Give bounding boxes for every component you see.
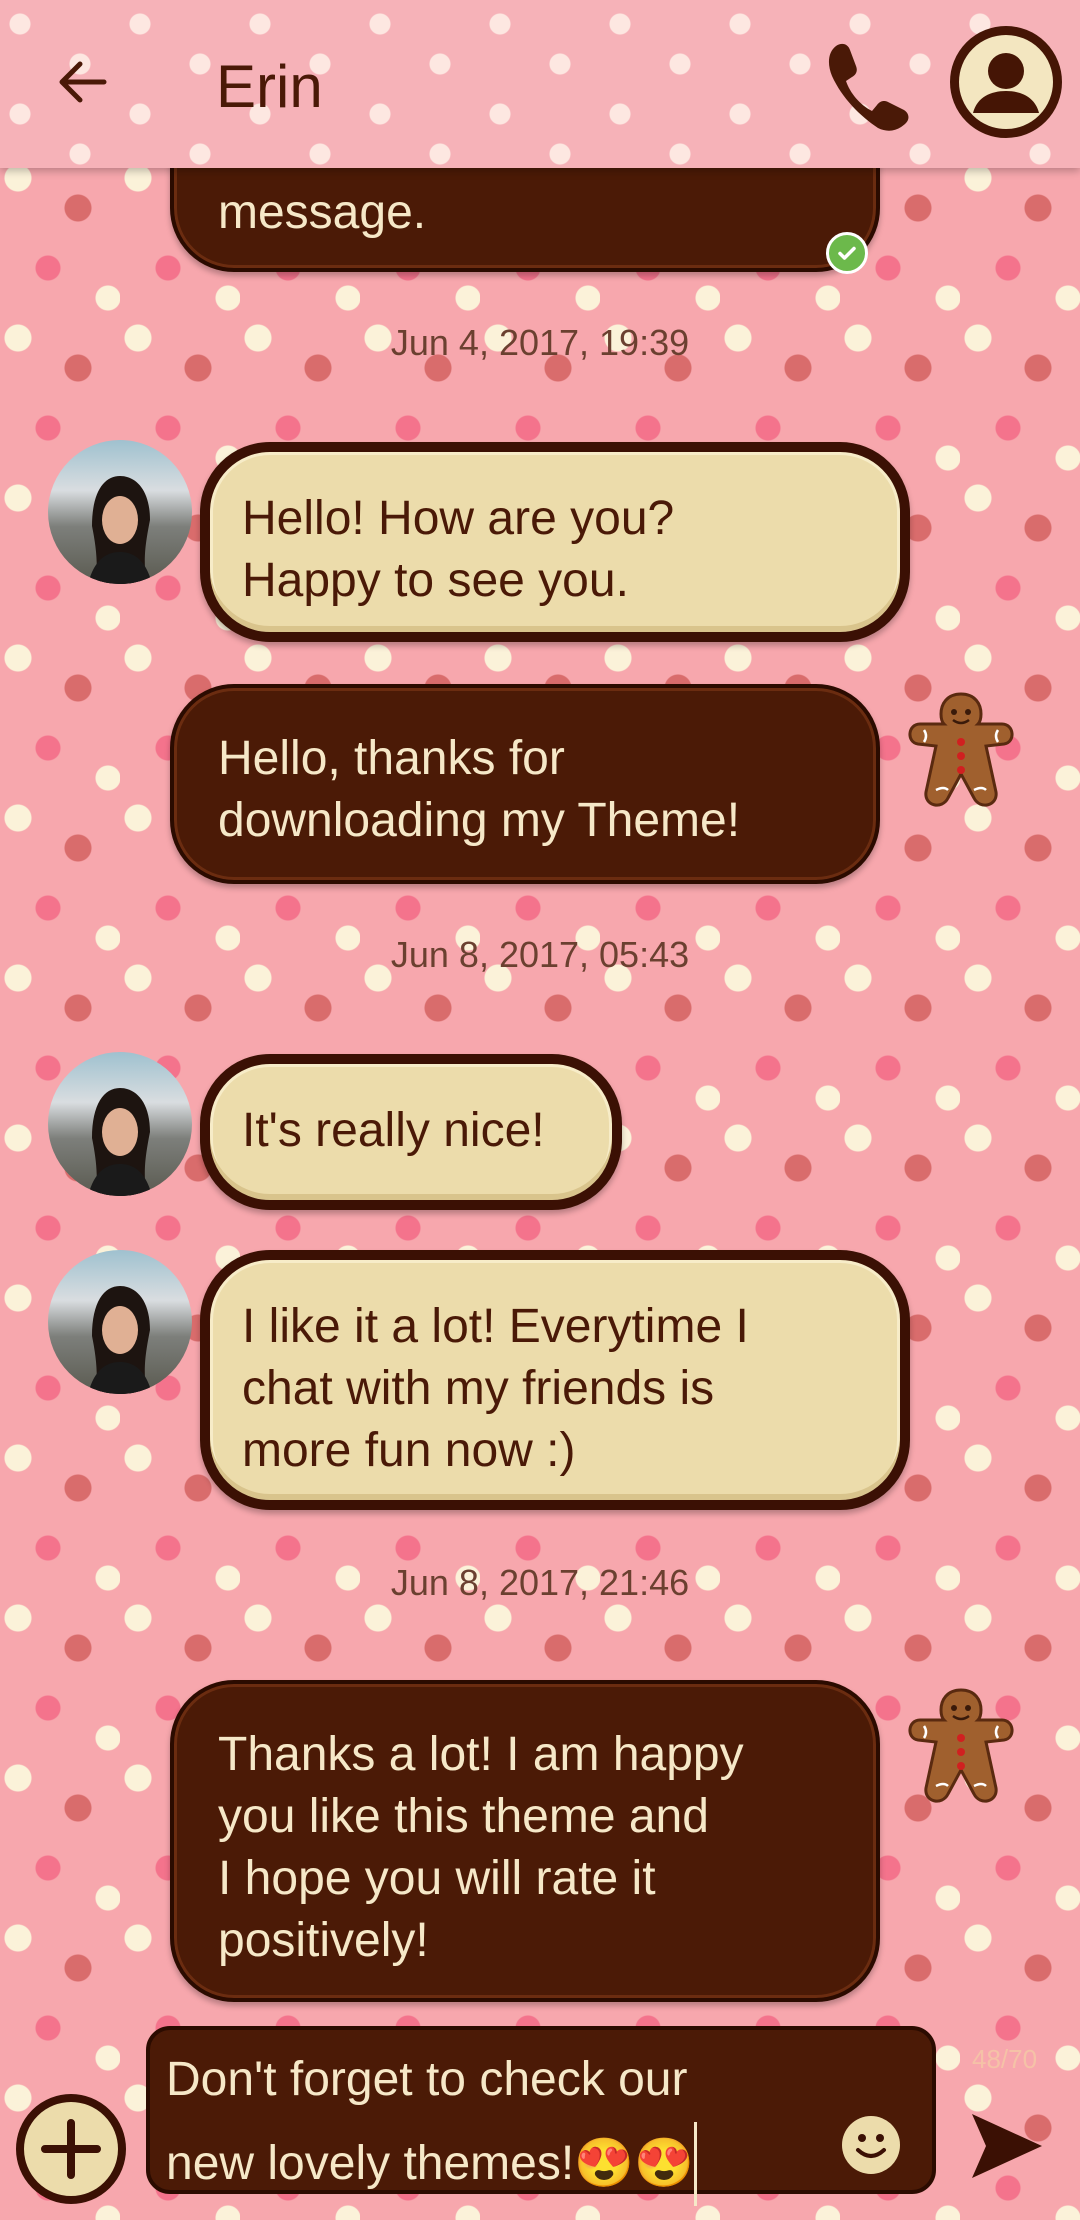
contact-profile-button[interactable] xyxy=(950,26,1062,138)
message-text-line: It's really nice! xyxy=(242,1104,545,1157)
message-text: message. xyxy=(218,186,427,239)
outgoing-message[interactable]: Thanks a lot! I am happy you like this t… xyxy=(170,1680,880,2002)
send-icon xyxy=(972,2114,1042,2178)
character-counter: 48/70 xyxy=(972,2044,1038,2074)
gingerbread-avatar-icon xyxy=(908,692,1014,807)
message-input[interactable]: Don't forget to check our new lovely the… xyxy=(146,2026,936,2206)
message-text-line: Happy to see you. xyxy=(242,554,629,607)
add-attachment-button[interactable] xyxy=(16,2094,126,2204)
message-text-line: more fun now :) xyxy=(242,1424,576,1477)
send-button[interactable] xyxy=(968,2106,1046,2186)
arrow-left-icon xyxy=(59,61,107,103)
delivered-check-icon xyxy=(826,232,868,274)
smiley-icon xyxy=(856,2134,886,2158)
phone-icon xyxy=(828,43,909,131)
contact-avatar[interactable] xyxy=(48,440,192,584)
plus-icon xyxy=(41,2119,101,2179)
timestamp: Jun 8, 2017, 21:46 xyxy=(390,1562,690,1603)
message-input-line: Don't forget to check our xyxy=(166,2053,688,2106)
message-text-line: chat with my friends is xyxy=(242,1362,715,1415)
message-text-line: Hello, thanks for xyxy=(218,732,565,785)
back-button[interactable] xyxy=(52,52,112,112)
top-app-bar: Erin xyxy=(0,0,1080,168)
timestamp: Jun 8, 2017, 05:43 xyxy=(390,934,690,975)
incoming-message[interactable]: Hello! How are you? Happy to see you. xyxy=(200,442,910,642)
message-text-line: I hope you will rate it xyxy=(218,1852,656,1905)
message-list[interactable]: message. Jun 4, 2017, 19:39 Hello! How a… xyxy=(0,0,1080,2220)
text-cursor xyxy=(693,2122,697,2206)
message-text-line: downloading my Theme! xyxy=(218,794,741,847)
contact-avatar[interactable] xyxy=(48,1052,192,1196)
incoming-message[interactable]: I like it a lot! Everytime I chat with m… xyxy=(200,1250,910,1510)
person-icon xyxy=(973,53,1039,113)
message-text-line: Thanks a lot! I am happy xyxy=(218,1728,744,1781)
message-text-line: positively! xyxy=(218,1914,429,1967)
outgoing-message[interactable]: Hello, thanks for downloading my Theme! xyxy=(170,684,880,884)
message-text-line: you like this theme and xyxy=(218,1790,709,1843)
gingerbread-avatar-icon xyxy=(908,1688,1014,1803)
conversation-title: Erin xyxy=(216,53,323,120)
incoming-message[interactable]: It's really nice! xyxy=(200,1054,622,1210)
message-input-line: new lovely themes!😍😍 xyxy=(166,2137,694,2190)
message-text-line: I like it a lot! Everytime I xyxy=(242,1300,749,1353)
call-button[interactable] xyxy=(816,36,916,136)
contact-avatar[interactable] xyxy=(48,1250,192,1394)
message-text-line: Hello! How are you? xyxy=(242,492,675,545)
timestamp: Jun 4, 2017, 19:39 xyxy=(390,322,690,363)
emoji-button[interactable] xyxy=(842,2116,900,2174)
